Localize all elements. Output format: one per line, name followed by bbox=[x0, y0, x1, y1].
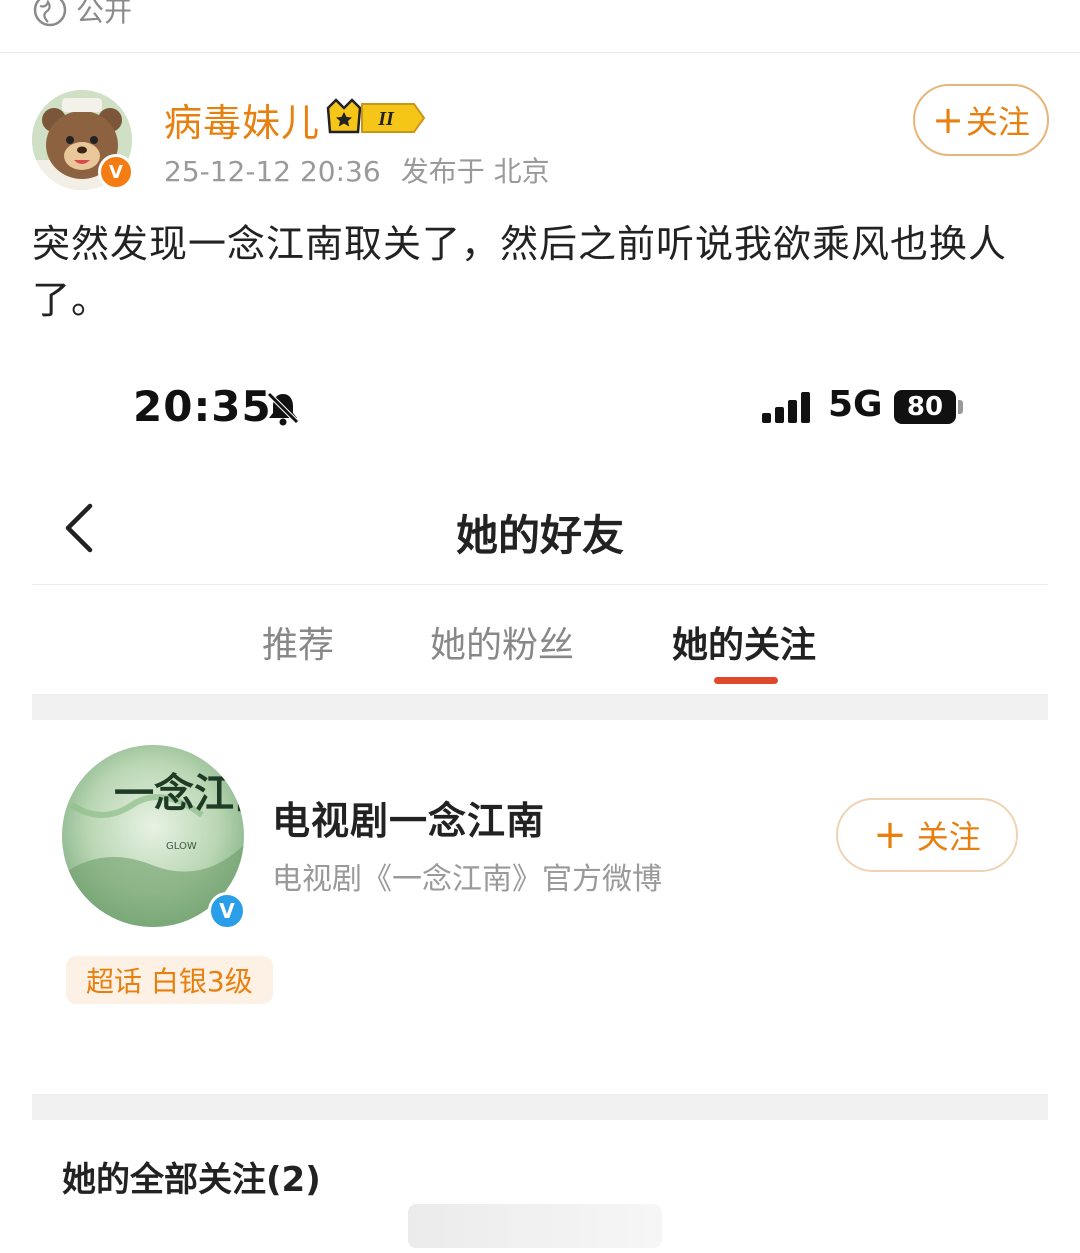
verified-badge-icon: V bbox=[98, 154, 134, 190]
supertopic-level-badge[interactable]: 超话 白银3级 bbox=[66, 956, 273, 1004]
follow-account-button[interactable]: + 关注 bbox=[836, 798, 1018, 872]
all-following-header: 她的全部关注(2) bbox=[62, 1160, 321, 1200]
follow-label: 关注 bbox=[965, 103, 1030, 141]
account-description: 电视剧《一念江南》官方微博 bbox=[272, 862, 662, 897]
vip-crown-icon: II bbox=[326, 98, 426, 134]
divider bbox=[32, 584, 1048, 585]
post-location: 发布于 北京 bbox=[400, 155, 550, 188]
divider bbox=[0, 52, 1080, 53]
signal-bars-icon bbox=[762, 392, 810, 423]
visibility-indicator: 公开 bbox=[32, 0, 132, 32]
avatar-calligraphy: 一念江南 bbox=[114, 770, 244, 817]
page-title: 她的好友 bbox=[455, 511, 624, 560]
verified-badge-icon: V bbox=[208, 892, 246, 930]
tab-her-following[interactable]: 她的关注 bbox=[672, 616, 816, 668]
author-name[interactable]: 病毒妹儿 bbox=[164, 92, 320, 147]
tab-recommended[interactable]: 推荐 bbox=[262, 616, 334, 668]
globe-icon bbox=[33, 0, 67, 27]
follow-label: 关注 bbox=[916, 818, 981, 856]
svg-text:一念江南: 一念江南 bbox=[114, 770, 244, 817]
section-separator bbox=[32, 1094, 1048, 1120]
battery-level: 80 bbox=[906, 392, 944, 422]
section-separator bbox=[32, 694, 1048, 720]
battery-icon: 80 bbox=[894, 390, 956, 424]
active-tab-indicator bbox=[714, 677, 778, 684]
watermark bbox=[408, 1204, 662, 1248]
status-time: 20:35 bbox=[133, 382, 272, 431]
plus-icon: + bbox=[873, 812, 907, 858]
plus-icon: + bbox=[932, 98, 964, 142]
follow-author-button[interactable]: + 关注 bbox=[913, 84, 1049, 156]
post-body: 突然发现一念江南取关了，然后之前听说我欲乘风也换人了。 bbox=[32, 222, 1008, 322]
battery-tip bbox=[958, 400, 963, 414]
vip-level: II bbox=[377, 108, 395, 130]
visibility-label: 公开 bbox=[76, 0, 133, 28]
network-type: 5G bbox=[828, 384, 883, 425]
post-timestamp: 25-12-12 20:36 bbox=[164, 155, 381, 188]
bell-muted-icon bbox=[267, 392, 299, 426]
svg-text:GLOW: GLOW bbox=[166, 841, 197, 852]
post-meta: 25-12-12 20:36 发布于 北京 bbox=[164, 150, 550, 190]
tab-her-fans[interactable]: 她的粉丝 bbox=[430, 616, 574, 668]
account-name[interactable]: 电视剧一念江南 bbox=[272, 790, 545, 845]
